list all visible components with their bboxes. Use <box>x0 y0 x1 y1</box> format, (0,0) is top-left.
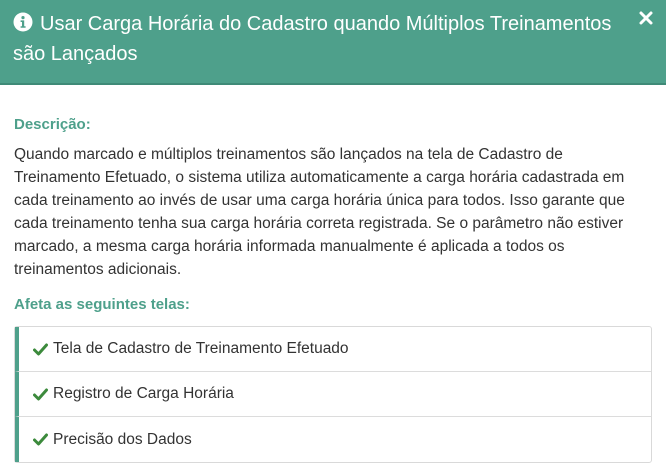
close-icon[interactable] <box>638 10 654 26</box>
check-icon <box>33 433 48 446</box>
check-icon <box>33 343 48 355</box>
affected-screens-label: Afeta as seguintes telas: <box>14 296 190 313</box>
list-item-label: Precisão dos Dados <box>53 430 192 448</box>
list-item-label: Tela de Cadastro de Treinamento Efetuado <box>53 340 349 357</box>
list-item: Registro de Carga Horária <box>15 372 651 417</box>
modal-title: Usar Carga Horária do Cadastro quando Mú… <box>13 13 612 65</box>
description-label: Descrição: <box>14 116 91 133</box>
modal-body: Descrição: Quando marcado e múltiplos tr… <box>0 85 666 463</box>
parameter-info-modal: Usar Carga Horária do Cadastro quando Mú… <box>0 0 666 475</box>
description-text: Quando marcado e múltiplos treinamentos … <box>14 146 625 278</box>
modal-header: Usar Carga Horária do Cadastro quando Mú… <box>0 0 666 85</box>
list-item: Precisão dos Dados <box>15 417 651 462</box>
list-item: Tela de Cadastro de Treinamento Efetuado <box>15 327 651 372</box>
list-item-label: Registro de Carga Horária <box>53 385 234 402</box>
check-icon <box>33 388 48 400</box>
affected-screens-list: Tela de Cadastro de Treinamento Efetuado… <box>14 326 652 463</box>
